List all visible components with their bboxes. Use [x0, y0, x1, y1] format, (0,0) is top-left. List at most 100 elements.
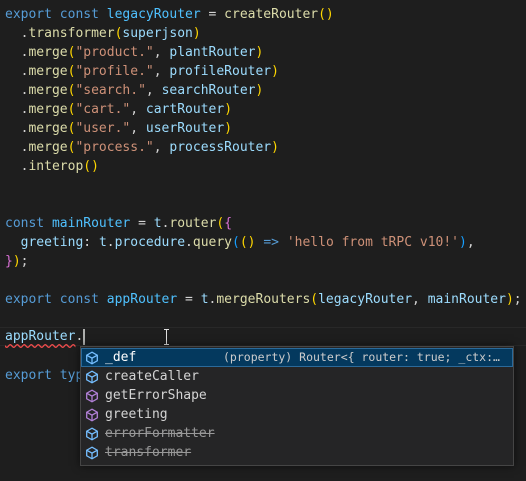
code-token: (): [239, 235, 256, 250]
code-line[interactable]: });: [5, 252, 28, 271]
property-icon: [85, 427, 99, 441]
code-token: merge: [28, 45, 68, 60]
code-token: .: [5, 102, 29, 117]
code-line-current[interactable]: appRouter.: [5, 327, 86, 346]
export-keyword: export: [5, 368, 52, 383]
code-token: router: [169, 216, 217, 231]
code-token: t: [98, 235, 107, 250]
code-line[interactable]: export const appRouter = t.mergeRouters(…: [5, 290, 522, 309]
code-editor[interactable]: export const legacyRouter = createRouter…: [0, 0, 526, 481]
code-token: query: [192, 235, 233, 250]
method-icon: [85, 389, 99, 403]
suggest-item-label: createCaller: [105, 369, 199, 384]
code-token: legacyRouter: [318, 292, 413, 307]
code-token: t: [153, 216, 162, 231]
code-line[interactable]: const mainRouter = t.router({: [5, 214, 232, 233]
code-token: superjson: [122, 26, 193, 41]
code-token: const: [5, 216, 45, 231]
suggest-item-label: transformer: [105, 445, 192, 460]
code-token: .: [5, 45, 29, 60]
code-line[interactable]: .transformer(superjson): [5, 24, 201, 43]
suggest-item[interactable]: transformer: [81, 443, 513, 462]
code-token: ): [224, 102, 233, 117]
code-token: ): [271, 64, 279, 79]
suggest-item[interactable]: _def (property) Router<{ router: true; _c…: [81, 348, 513, 367]
error-squiggle-object: appRouter: [5, 329, 76, 344]
code-token: transformer: [28, 26, 115, 41]
code-token: "profile.": [75, 64, 154, 79]
code-token: createRouter: [224, 7, 319, 22]
suggest-item-detail: (property) Router<{ router: true; _ctx: …: [223, 350, 503, 364]
code-token: export: [5, 292, 52, 307]
code-token: cartRouter: [145, 102, 225, 117]
code-token: ,: [153, 64, 170, 79]
code-line[interactable]: .merge("profile.", profileRouter): [5, 62, 279, 81]
code-token: ,: [130, 121, 146, 136]
code-token: merge: [28, 121, 68, 136]
property-icon: [85, 351, 99, 365]
code-token: .: [185, 235, 193, 250]
code-token: .: [5, 140, 29, 155]
code-token: =>: [263, 235, 279, 250]
code-token: ): [255, 45, 264, 60]
code-token: mainRouter: [51, 216, 131, 231]
code-line[interactable]: .merge("product.", plantRouter): [5, 43, 264, 62]
code-token: ,: [153, 140, 170, 155]
suggest-widget[interactable]: _def (property) Router<{ router: true; _c…: [80, 346, 514, 466]
code-token: ): [192, 26, 201, 41]
code-token: "search.": [75, 83, 146, 98]
suggest-item[interactable]: getErrorShape: [81, 386, 513, 405]
code-token: merge: [28, 140, 68, 155]
code-token: .: [5, 121, 29, 136]
code-token: 'hello from tRPC v10!': [286, 235, 459, 250]
code-token: =: [200, 7, 225, 22]
code-token: .: [5, 83, 29, 98]
code-line[interactable]: .merge("user.", userRouter): [5, 119, 232, 138]
property-icon: [85, 446, 99, 460]
code-token: appRouter: [106, 292, 178, 307]
member-dot: .: [75, 329, 84, 344]
code-line-partial[interactable]: export typ: [5, 366, 83, 385]
code-token: processRouter: [169, 140, 272, 155]
code-token: merge: [28, 102, 68, 117]
code-token: legacyRouter: [106, 7, 201, 22]
code-token: "user.": [75, 121, 131, 136]
suggest-item-label: _def: [105, 350, 137, 365]
code-token: ;: [513, 292, 522, 307]
code-line[interactable]: .merge("cart.", cartRouter): [5, 100, 232, 119]
code-token: ,: [130, 102, 146, 117]
suggest-item[interactable]: greeting: [81, 405, 513, 424]
text-cursor: [83, 328, 86, 345]
code-token: searchRouter: [161, 83, 256, 98]
code-token: (): [83, 159, 99, 174]
code-token: const: [59, 7, 99, 22]
code-token: t: [200, 292, 209, 307]
property-icon: [85, 370, 99, 384]
suggest-item[interactable]: errorFormatter: [81, 424, 513, 443]
code-token: (: [216, 216, 225, 231]
code-line[interactable]: .merge("process.", processRouter): [5, 138, 279, 157]
code-token: mainRouter: [427, 292, 506, 307]
code-token: ;: [20, 254, 29, 269]
code-token: :: [83, 235, 99, 250]
code-token: .: [5, 64, 29, 79]
code-token: ,: [412, 292, 428, 307]
code-token: =: [130, 216, 154, 231]
code-line[interactable]: export const legacyRouter = createRouter…: [5, 5, 334, 24]
code-token: "product.": [75, 45, 154, 60]
suggest-item[interactable]: createCaller: [81, 367, 513, 386]
code-token: ): [224, 121, 233, 136]
code-token: =: [177, 292, 201, 307]
code-token: procedure: [114, 235, 186, 250]
code-token: ): [505, 292, 514, 307]
code-line[interactable]: greeting: t.procedure.query(() => 'hello…: [5, 233, 475, 252]
code-token: "cart.": [75, 102, 131, 117]
code-token: (: [232, 235, 240, 250]
code-token: "process.": [75, 140, 154, 155]
code-line[interactable]: .merge("search.", searchRouter): [5, 81, 264, 100]
code-line[interactable]: .interop(): [5, 157, 99, 176]
